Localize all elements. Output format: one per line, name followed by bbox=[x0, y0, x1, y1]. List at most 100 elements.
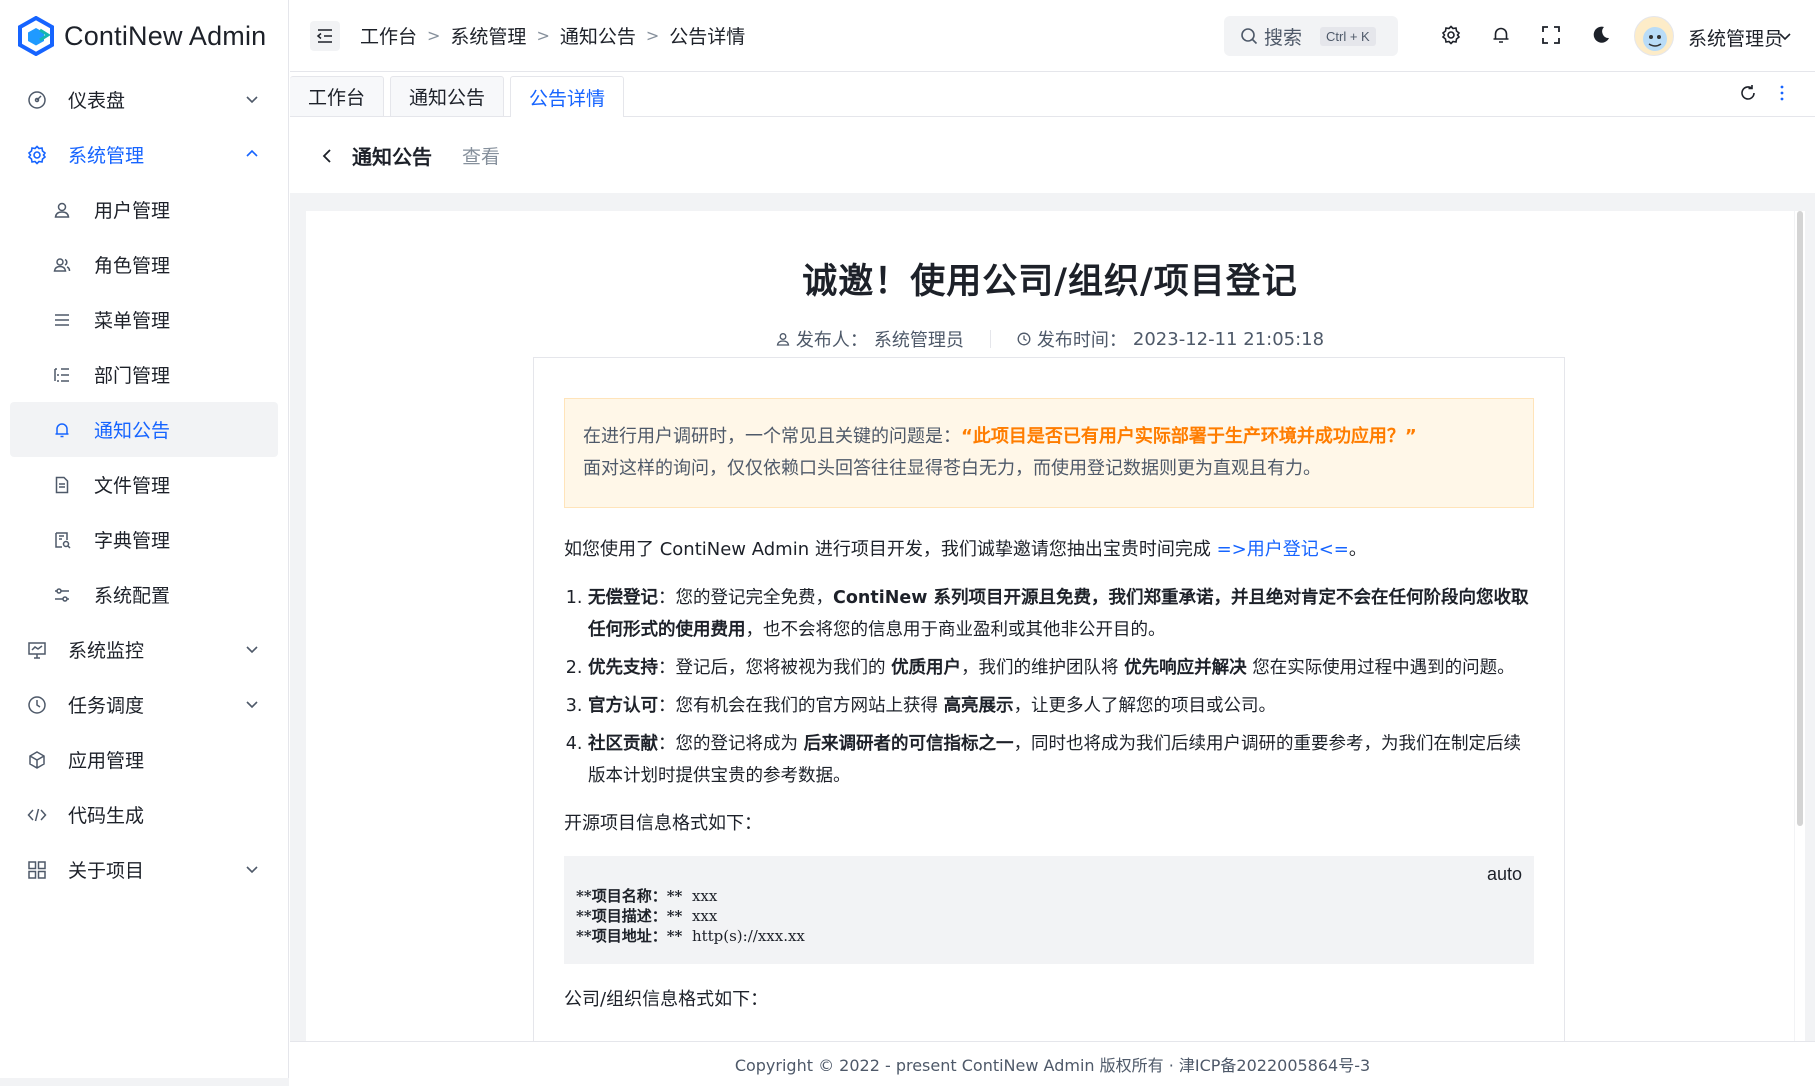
register-link[interactable]: =>用户登记<= bbox=[1217, 539, 1349, 560]
sidebar-item-app-management[interactable]: 应用管理 bbox=[0, 732, 288, 787]
publisher-value: 系统管理员 bbox=[873, 330, 964, 351]
notice-publisher: 发布人： 系统管理员 bbox=[776, 326, 964, 352]
user-icon bbox=[776, 333, 790, 346]
list-item: 社区贡献：您的登记将成为 后来调研者的可信指标之一，同时也将成为我们后续用户调研… bbox=[588, 728, 1534, 792]
gear-icon bbox=[26, 144, 48, 166]
sidebar-item-label: 代码生成 bbox=[68, 805, 145, 827]
breadcrumb-separator-icon: > bbox=[645, 26, 660, 45]
search-button[interactable]: 搜索 Ctrl + K bbox=[1224, 16, 1398, 56]
callout-box: 在进行用户调研时，一个常见且关键的问题是：“此项目是否已有用户实际部署于生产环境… bbox=[564, 398, 1534, 508]
sidebar-menu: 仪表盘 系统管理 用户管理 角色管理 菜单管理 部门管理 通知公告 文件管理 字… bbox=[0, 72, 288, 897]
top-header: 工作台 > 系统管理 > 通知公告 > 公告详情 搜索 Ctrl + K 系统管… bbox=[290, 0, 1815, 72]
avatar[interactable] bbox=[1634, 16, 1674, 56]
clock-icon bbox=[1017, 332, 1031, 346]
sidebar-item-label: 字典管理 bbox=[94, 530, 171, 552]
notification-button[interactable] bbox=[1490, 24, 1512, 46]
code-line: **项目名称：** xxx bbox=[576, 886, 1522, 906]
sidebar-item-user-management[interactable]: 用户管理 bbox=[0, 182, 288, 237]
list-item-bold: 后来调研者的可信指标之一 bbox=[803, 734, 1014, 754]
list-item-head: 社区贡献 bbox=[588, 734, 658, 754]
menu-fold-icon bbox=[316, 28, 332, 43]
sidebar-item-label: 应用管理 bbox=[68, 750, 145, 772]
sidebar-item-dept-management[interactable]: 部门管理 bbox=[0, 347, 288, 402]
callout-prefix: 在进行用户调研时，一个常见且关键的问题是： bbox=[583, 426, 961, 447]
sidebar-item-label: 菜单管理 bbox=[94, 310, 171, 332]
org-format-label: 公司/组织信息格式如下： bbox=[564, 989, 769, 1010]
breadcrumb-item[interactable]: 工作台 bbox=[360, 22, 417, 49]
settings-button[interactable] bbox=[1440, 24, 1462, 46]
breadcrumb-separator-icon: > bbox=[536, 26, 550, 45]
sidebar-item-role-management[interactable]: 角色管理 bbox=[0, 237, 288, 292]
fullscreen-icon bbox=[1542, 26, 1560, 44]
users-icon bbox=[52, 255, 72, 275]
list-item-bold: 优先响应并解决 bbox=[1124, 658, 1247, 678]
tab-notice[interactable]: 通知公告 bbox=[390, 76, 505, 116]
callout-line1: 在进行用户调研时，一个常见且关键的问题是：“此项目是否已有用户实际部署于生产环境… bbox=[583, 421, 1515, 453]
sidebar-item-notice[interactable]: 通知公告 bbox=[10, 402, 278, 457]
code-value: xxx bbox=[691, 907, 718, 925]
sidebar: ContiNew Admin 仪表盘 系统管理 用户管理 角色管理 菜单管理 部… bbox=[0, 0, 289, 1086]
refresh-icon[interactable] bbox=[1739, 84, 1757, 102]
project-format-label: 开源项目信息格式如下： bbox=[564, 813, 762, 834]
sidebar-item-dictionary[interactable]: 字典管理 bbox=[0, 512, 288, 567]
dictionary-icon bbox=[52, 530, 72, 550]
sliders-icon bbox=[52, 585, 72, 605]
scrollbar-thumb[interactable] bbox=[1797, 211, 1803, 826]
page-header: 通知公告 查看 bbox=[290, 118, 1815, 193]
gear-icon bbox=[1441, 25, 1461, 45]
search-shortcut: Ctrl + K bbox=[1320, 26, 1376, 46]
time-label: 发布时间： bbox=[1036, 330, 1127, 351]
chevron-up-icon bbox=[246, 149, 258, 157]
sidebar-item-file-management[interactable]: 文件管理 bbox=[0, 457, 288, 512]
list-item: 优先支持：登记后，您将被视为我们的 优质用户，我们的维护团队将 优先响应并解决 … bbox=[588, 652, 1534, 684]
meta-divider bbox=[989, 330, 991, 348]
sidebar-item-system[interactable]: 系统管理 bbox=[0, 127, 288, 182]
footer: Copyright © 2022 - present ContiNew Admi… bbox=[290, 1041, 1815, 1086]
breadcrumb-separator-icon: > bbox=[427, 26, 441, 45]
sidebar-item-label: 文件管理 bbox=[94, 475, 171, 497]
code-line: **项目描述：** xxx bbox=[576, 906, 1522, 926]
sidebar-item-monitor[interactable]: 系统监控 bbox=[0, 622, 288, 677]
list-item-text: ：您的登记完全免费， bbox=[658, 588, 833, 608]
chevron-left-icon bbox=[322, 148, 331, 163]
file-icon bbox=[52, 475, 72, 495]
sidebar-scrollbar[interactable] bbox=[0, 1078, 289, 1086]
content-scrollbar[interactable] bbox=[1795, 211, 1805, 1041]
avatar-image-icon bbox=[1643, 27, 1667, 51]
sidebar-item-about[interactable]: 关于项目 bbox=[0, 842, 288, 897]
sidebar-item-dashboard[interactable]: 仪表盘 bbox=[0, 72, 288, 127]
chevron-down-icon[interactable] bbox=[1778, 29, 1792, 43]
app-logo[interactable]: ContiNew Admin bbox=[0, 0, 288, 72]
fullscreen-button[interactable] bbox=[1540, 24, 1562, 46]
code-value: xxx bbox=[691, 887, 718, 905]
sidebar-item-codegen[interactable]: 代码生成 bbox=[0, 787, 288, 842]
intro-suffix: 。 bbox=[1348, 539, 1367, 560]
list-item-text: ：您的登记将成为 bbox=[658, 734, 804, 754]
moon-icon bbox=[1593, 26, 1609, 43]
tab-workbench[interactable]: 工作台 bbox=[290, 76, 385, 116]
sidebar-item-menu-management[interactable]: 菜单管理 bbox=[0, 292, 288, 347]
tree-list-icon bbox=[52, 365, 72, 385]
chevron-down-icon bbox=[246, 701, 258, 709]
user-icon bbox=[52, 200, 72, 220]
tab-notice-detail[interactable]: 公告详情 bbox=[510, 76, 625, 117]
more-vertical-icon[interactable] bbox=[1779, 84, 1785, 102]
main-content: 通知公告 查看 诚邀！使用公司/组织/项目登记 发布人： 系统管理员 发布时间： 2… bbox=[290, 118, 1815, 1041]
back-button[interactable] bbox=[320, 147, 338, 165]
sidebar-item-label: 仪表盘 bbox=[68, 90, 126, 112]
sidebar-item-scheduler[interactable]: 任务调度 bbox=[0, 677, 288, 732]
app-name: ContiNew Admin bbox=[64, 20, 267, 51]
sidebar-item-label: 系统管理 bbox=[68, 145, 145, 167]
code-value: http(s)://xxx.xx bbox=[691, 927, 805, 945]
theme-toggle-button[interactable] bbox=[1590, 24, 1612, 46]
sidebar-item-label: 系统监控 bbox=[68, 640, 145, 662]
notice-publish-time: 发布时间： 2023-12-11 21:05:18 bbox=[1017, 326, 1324, 352]
collapse-sidebar-button[interactable] bbox=[310, 20, 340, 51]
username[interactable]: 系统管理员 bbox=[1688, 24, 1783, 51]
callout-line2: 面对这样的询问，仅仅依赖口头回答往往显得苍白无力，而使用登记数据则更为直观且有力… bbox=[583, 458, 1321, 479]
code-block: auto **项目名称：** xxx **项目描述：** xxx **项目地址：… bbox=[564, 856, 1534, 964]
sidebar-item-system-config[interactable]: 系统配置 bbox=[0, 567, 288, 622]
breadcrumb-item[interactable]: 通知公告 bbox=[560, 22, 636, 49]
breadcrumb-item[interactable]: 系统管理 bbox=[450, 22, 526, 49]
sidebar-item-label: 系统配置 bbox=[94, 585, 171, 607]
